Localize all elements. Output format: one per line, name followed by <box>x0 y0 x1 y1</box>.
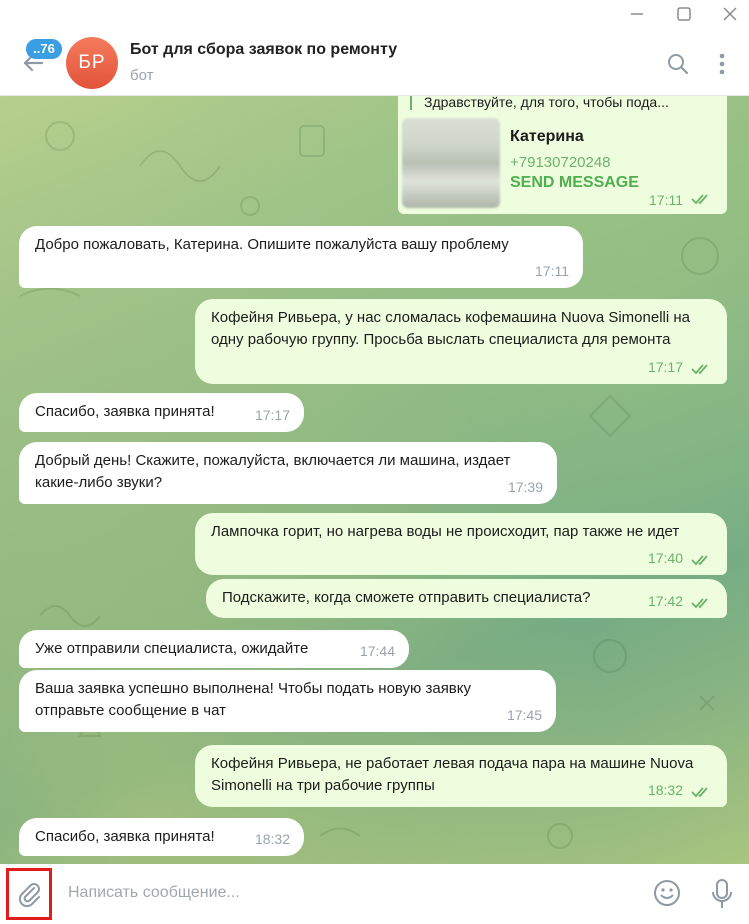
double-check-icon <box>691 598 708 609</box>
message-bubble[interactable]: Добро пожаловать, Катерина. Опишите пожа… <box>19 226 583 288</box>
more-button[interactable] <box>712 52 732 76</box>
message-time: 17:11 <box>649 192 683 208</box>
message-text: Добрый день! Скажите, пожалуйста, включа… <box>35 452 511 491</box>
double-check-icon <box>691 555 708 566</box>
message-bubble[interactable]: Кофейня Ривьера, не работает левая подач… <box>195 745 727 807</box>
message-time: 18:32 <box>254 831 290 847</box>
double-check-icon <box>691 194 708 205</box>
message-input[interactable]: Написать сообщение... <box>68 882 628 906</box>
message-bubble[interactable]: Подскажите, когда сможете отправить спец… <box>206 579 727 618</box>
message-time: 17:11 <box>535 263 569 279</box>
message-time: 17:17 <box>254 407 290 423</box>
message-text: Подскажите, когда сможете отправить спец… <box>222 589 591 606</box>
send-message-button[interactable]: SEND MESSAGE <box>510 174 639 192</box>
message-bubble[interactable]: Ваша заявка успешно выполнена! Чтобы под… <box>19 670 556 732</box>
message-time: 17:17 <box>647 359 683 375</box>
chat-header: ..76 БР Бот для сбора заявок по ремонту … <box>0 30 749 96</box>
chat-subtitle: бот <box>130 67 154 84</box>
message-time: 17:39 <box>507 479 543 495</box>
message-text: Кофейня Ривьера, не работает левая подач… <box>211 755 694 794</box>
more-vertical-icon <box>719 53 725 75</box>
message-bubble[interactable]: Добрый день! Скажите, пожалуйста, включа… <box>19 442 557 504</box>
message-time: 17:44 <box>359 643 395 659</box>
message-time: 17:45 <box>506 707 542 723</box>
microphone-icon <box>712 879 732 908</box>
message-bubble[interactable]: Спасибо, заявка принята! 18:32 <box>19 818 304 856</box>
reply-quote[interactable]: Здравствуйте, для того, чтобы пода... <box>410 96 715 110</box>
emoji-button[interactable] <box>652 878 682 908</box>
search-button[interactable] <box>666 52 690 76</box>
contact-message[interactable]: Здравствуйте, для того, чтобы пода... Ка… <box>398 96 727 214</box>
contact-photo[interactable] <box>402 118 500 208</box>
unread-badge: ..76 <box>26 39 62 59</box>
minimize-icon[interactable] <box>627 4 647 24</box>
contact-name: Катерина <box>510 128 584 145</box>
message-text: Спасибо, заявка принята! <box>35 828 215 845</box>
message-time: 17:42 <box>647 593 683 609</box>
message-bubble[interactable]: Уже отправили специалиста, ожидайте 17:4… <box>19 630 409 668</box>
window-titlebar <box>0 0 749 30</box>
message-text: Лампочка горит, но нагрева воды не проис… <box>211 523 680 540</box>
maximize-icon[interactable] <box>674 4 694 24</box>
message-text: Спасибо, заявка принята! <box>35 403 215 420</box>
message-bubble[interactable]: Лампочка горит, но нагрева воды не проис… <box>195 513 727 575</box>
close-icon[interactable] <box>720 4 740 24</box>
contact-phone: +79130720248 <box>510 154 611 171</box>
message-text: Уже отправили специалиста, ожидайте <box>35 640 309 657</box>
message-text: Добро пожаловать, Катерина. Опишите пожа… <box>35 236 509 253</box>
message-time: 18:32 <box>647 782 683 798</box>
chat-title[interactable]: Бот для сбора заявок по ремонту <box>130 41 397 59</box>
message-bubble[interactable]: Кофейня Ривьера, у нас сломалась кофемаш… <box>195 299 727 384</box>
attach-button[interactable] <box>6 868 52 920</box>
message-time: 17:40 <box>647 550 683 566</box>
message-list[interactable]: Здравствуйте, для того, чтобы пода... Ка… <box>0 96 749 864</box>
paperclip-icon <box>18 883 40 908</box>
message-text: Кофейня Ривьера, у нас сломалась кофемаш… <box>211 309 690 348</box>
avatar[interactable]: БР <box>66 37 118 89</box>
emoji-icon <box>654 880 680 906</box>
message-bubble[interactable]: Спасибо, заявка принята! 17:17 <box>19 393 304 432</box>
double-check-icon <box>691 787 708 798</box>
message-composer: Написать сообщение... <box>0 864 749 924</box>
message-text: Ваша заявка успешно выполнена! Чтобы под… <box>35 680 472 719</box>
microphone-button[interactable] <box>710 878 734 910</box>
double-check-icon <box>691 364 708 375</box>
search-icon <box>668 54 689 75</box>
